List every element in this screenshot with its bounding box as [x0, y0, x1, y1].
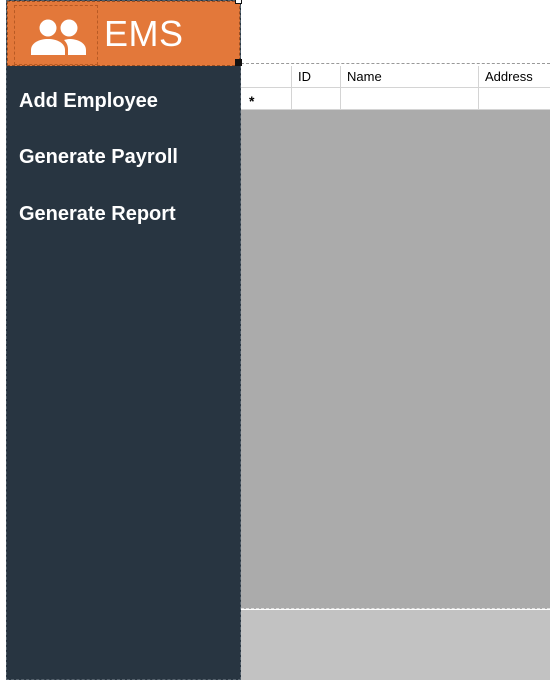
employee-data-grid[interactable]: ID Name Address * — [241, 66, 550, 609]
grid-header-row: ID Name Address — [241, 66, 550, 88]
logo-panel: EMS — [7, 1, 240, 66]
bottom-panel — [241, 610, 550, 680]
new-row: * — [241, 88, 550, 110]
app-window: EMS Add Employee Generate Payroll Genera… — [0, 0, 550, 680]
nav-add-employee[interactable]: Add Employee — [19, 90, 158, 113]
logo-icon-box — [14, 5, 98, 65]
new-row-address-cell[interactable] — [479, 88, 550, 110]
selection-handle[interactable] — [235, 0, 242, 4]
column-header-id[interactable]: ID — [292, 66, 341, 88]
sidebar: EMS Add Employee Generate Payroll Genera… — [6, 0, 241, 680]
new-row-marker[interactable]: * — [241, 88, 292, 110]
nav-generate-payroll[interactable]: Generate Payroll — [19, 146, 178, 169]
nav-generate-report[interactable]: Generate Report — [19, 203, 176, 226]
people-icon — [31, 19, 86, 55]
column-header-address[interactable]: Address — [479, 66, 550, 88]
top-panel — [241, 0, 550, 64]
column-header-name[interactable]: Name — [341, 66, 479, 88]
row-header-corner[interactable] — [241, 66, 292, 88]
new-row-name-cell[interactable] — [341, 88, 479, 110]
selection-handle[interactable] — [235, 59, 242, 66]
new-row-id-cell[interactable] — [292, 88, 341, 110]
app-logo-title: EMS — [104, 13, 184, 54]
